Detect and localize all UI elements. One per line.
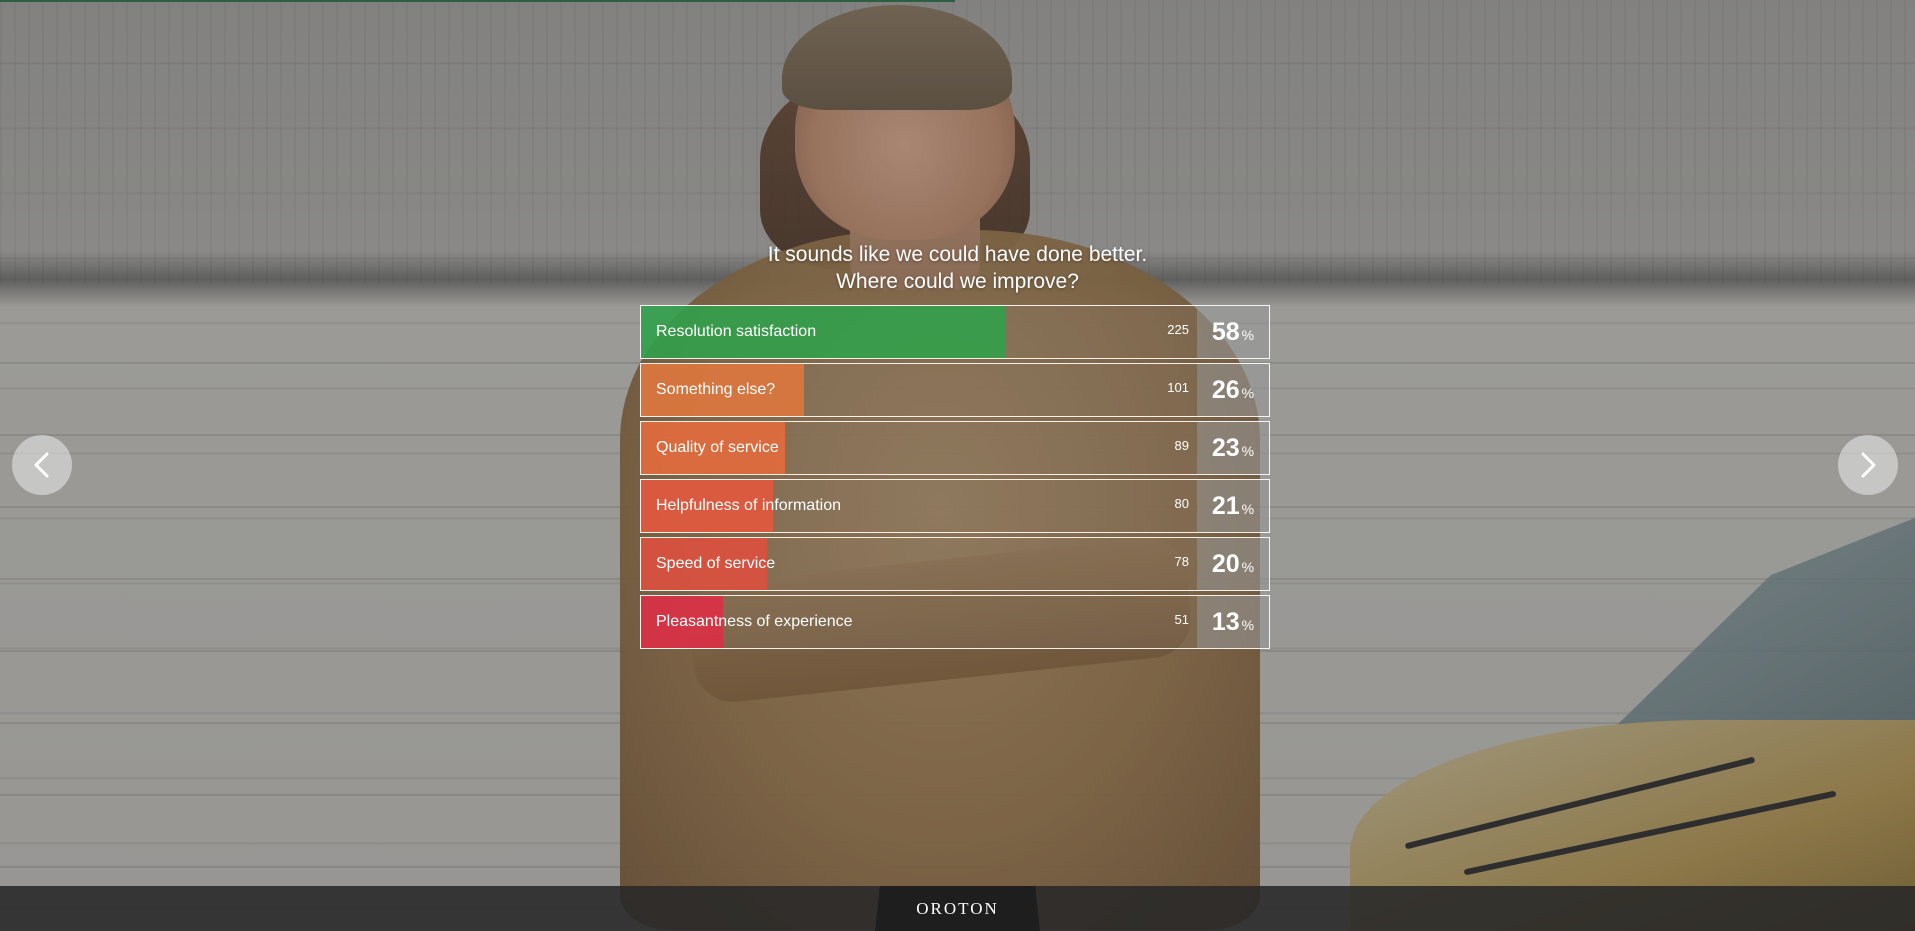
survey-question: It sounds like we could have done better… — [0, 241, 1915, 295]
option-label: Pleasantness of experience — [656, 613, 853, 630]
chevron-left-icon — [34, 452, 49, 478]
survey-options-list: Resolution satisfaction 225 58% Somethin… — [640, 305, 1270, 653]
option-label: Helpfulness of information — [656, 497, 841, 514]
option-percent-value: 58 — [1211, 318, 1240, 346]
option-percent-box: 58% — [1197, 306, 1269, 358]
option-percent-sign: % — [1241, 385, 1255, 401]
option-percent-sign: % — [1241, 559, 1255, 575]
option-percent-value: 26 — [1211, 376, 1240, 404]
option-percent-sign: % — [1241, 501, 1255, 517]
option-percent-box: 21% — [1197, 480, 1269, 532]
survey-question-line1: It sounds like we could have done better… — [767, 243, 1148, 266]
survey-option-helpfulness-of-information[interactable]: Helpfulness of information 80 21% — [640, 479, 1270, 533]
option-vote-count: 89 — [1174, 438, 1189, 453]
option-percent-value: 23 — [1211, 434, 1240, 462]
survey-question-line2: Where could we improve? — [836, 270, 1079, 293]
option-vote-count: 51 — [1174, 612, 1189, 627]
option-vote-count: 101 — [1167, 380, 1189, 395]
option-percent-sign: % — [1241, 617, 1255, 633]
chevron-right-icon — [1861, 452, 1876, 478]
option-vote-count: 78 — [1174, 554, 1189, 569]
option-percent-value: 21 — [1211, 492, 1240, 520]
option-vote-count: 225 — [1167, 322, 1189, 337]
option-label: Resolution satisfaction — [656, 323, 817, 340]
next-slide-button[interactable] — [1838, 435, 1898, 495]
option-percent-box: 13% — [1197, 596, 1269, 648]
survey-option-speed-of-service[interactable]: Speed of service 78 20% — [640, 537, 1270, 591]
option-label: Something else? — [656, 381, 776, 398]
survey-option-quality-of-service[interactable]: Quality of service 89 23% — [640, 421, 1270, 475]
survey-option-something-else[interactable]: Something else? 101 26% — [640, 363, 1270, 417]
previous-slide-button[interactable] — [12, 435, 72, 495]
option-percent-sign: % — [1241, 327, 1255, 343]
brand-logo[interactable]: OROTON — [0, 886, 1915, 931]
option-percent-sign: % — [1241, 443, 1255, 459]
option-percent-box: 26% — [1197, 364, 1269, 416]
survey-option-resolution-satisfaction[interactable]: Resolution satisfaction 225 58% — [640, 305, 1270, 359]
footer-bar: OROTON — [0, 886, 1915, 931]
option-percent-value: 13 — [1211, 608, 1240, 636]
option-percent-value: 20 — [1211, 550, 1240, 578]
option-vote-count: 80 — [1174, 496, 1189, 511]
survey-option-pleasantness-of-experience[interactable]: Pleasantness of experience 51 13% — [640, 595, 1270, 649]
option-label: Quality of service — [656, 439, 779, 456]
option-percent-box: 20% — [1197, 538, 1269, 590]
option-percent-box: 23% — [1197, 422, 1269, 474]
top-accent-line — [0, 0, 955, 2]
option-label: Speed of service — [656, 555, 776, 572]
